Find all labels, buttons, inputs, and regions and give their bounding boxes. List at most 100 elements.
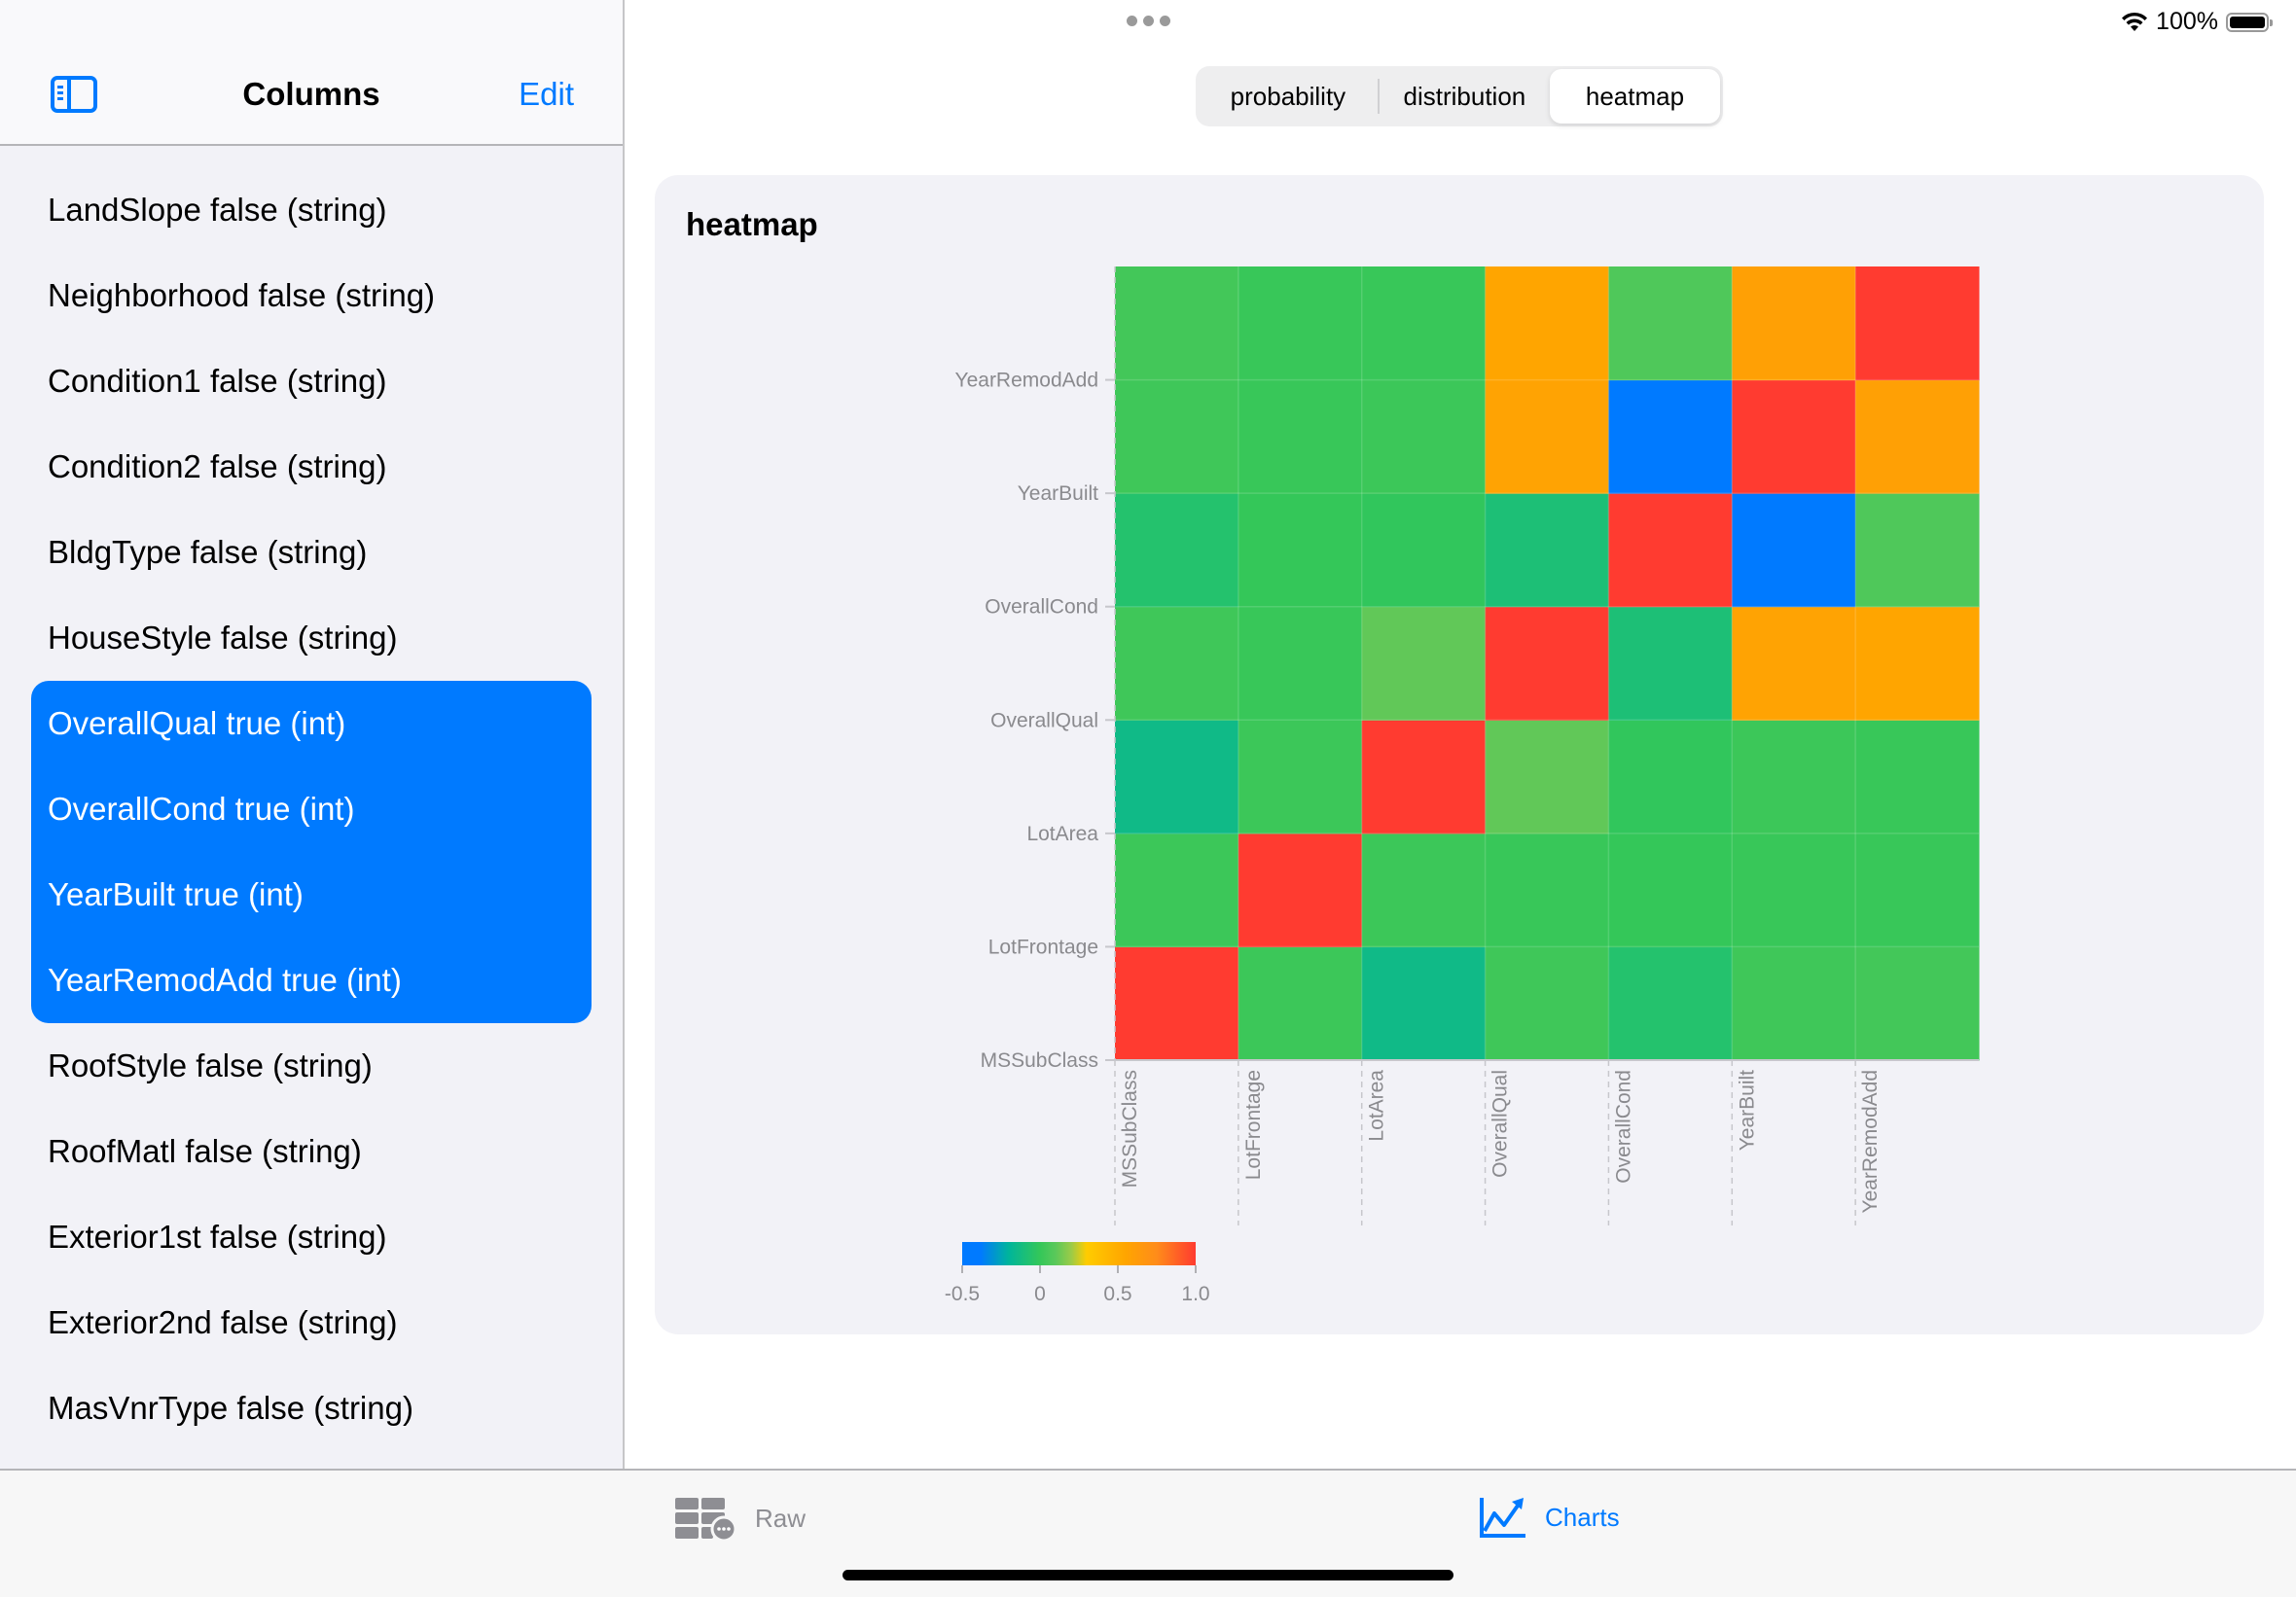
battery-icon (2226, 12, 2273, 32)
multitasking-dots-icon[interactable] (1127, 16, 1170, 26)
wifi-icon (2122, 12, 2148, 31)
color-scale-label: 0.5 (1103, 1283, 1131, 1305)
column-list-item[interactable]: YearBuilt true (int) (31, 852, 592, 938)
heatmap-cell (1115, 493, 1239, 608)
column-list-item[interactable]: HouseStyle false (string) (0, 595, 623, 681)
heatmap-cell (1238, 720, 1363, 834)
table-icon (675, 1498, 737, 1541)
column-list-item[interactable]: Condition1 false (string) (0, 338, 623, 424)
y-axis-label: MSSubClass (981, 1049, 1098, 1072)
heatmap-cell (1238, 379, 1363, 494)
tab-charts[interactable]: Charts (1479, 1496, 1620, 1539)
heatmap-cell (1855, 833, 1980, 947)
tab-raw[interactable]: Raw (673, 1496, 806, 1541)
segment-distribution[interactable]: distribution (1380, 69, 1550, 124)
y-axis-label: OverallCond (985, 596, 1098, 619)
heatmap-cell (1361, 946, 1487, 1061)
chart-type-segmented-control: probability distribution heatmap (1196, 66, 1723, 126)
color-scale-label: 1.0 (1181, 1283, 1209, 1305)
heatmap-cell (1361, 379, 1487, 494)
heatmap-cell (1485, 946, 1609, 1061)
heatmap-cell (1855, 266, 1980, 381)
x-axis-label: YearBuilt (1736, 1070, 1758, 1151)
y-axis-label: LotArea (1026, 823, 1098, 845)
heatmap-cell (1238, 606, 1363, 721)
column-list-item[interactable]: BldgType false (string) (0, 510, 623, 595)
heatmap-cell (1855, 379, 1980, 494)
x-axis-label: OverallQual (1489, 1070, 1512, 1178)
heatmap-cell (1608, 946, 1733, 1061)
heatmap-cell (1608, 266, 1733, 381)
heatmap-cell (1855, 606, 1980, 721)
status-indicators: 100% (2121, 8, 2273, 36)
heatmap-cell (1732, 946, 1856, 1061)
home-indicator (843, 1570, 1453, 1580)
heatmap-cell (1361, 266, 1487, 381)
heatmap-cell (1732, 493, 1856, 608)
tab-raw-label: Raw (755, 1503, 807, 1533)
columns-sidebar: LotConfig false (string)LandSlope false … (0, 0, 625, 1469)
heatmap-cell (1608, 606, 1733, 721)
heatmap-cell (1485, 606, 1609, 721)
heatmap-cell (1238, 493, 1363, 608)
heatmap-cell (1608, 833, 1733, 947)
x-axis-label: OverallCond (1612, 1070, 1634, 1184)
heatmap-cell (1115, 379, 1239, 494)
column-list-item[interactable]: Exterior1st false (string) (0, 1194, 623, 1280)
column-list-item[interactable]: YearRemodAdd true (int) (31, 938, 592, 1023)
heatmap-cell (1732, 720, 1856, 834)
edit-button[interactable]: Edit (519, 76, 574, 113)
heatmap-cell (1485, 493, 1609, 608)
y-axis-label: OverallQual (990, 709, 1098, 731)
heatmap-cell (1855, 720, 1980, 834)
heatmap-cell (1115, 606, 1239, 721)
column-list-item[interactable]: OverallQual true (int) (31, 681, 592, 766)
column-list-item[interactable]: Neighborhood false (string) (0, 253, 623, 338)
column-list-item[interactable]: Exterior2nd false (string) (0, 1280, 623, 1366)
heatmap-cell (1115, 833, 1239, 947)
segment-probability[interactable]: probability (1199, 69, 1378, 124)
y-axis-label: LotFrontage (988, 936, 1098, 958)
heatmap-cell (1238, 833, 1363, 947)
heatmap-cell (1485, 379, 1609, 494)
segment-heatmap[interactable]: heatmap (1549, 69, 1720, 124)
color-scale-label: 0 (1034, 1283, 1046, 1305)
x-axis-label: YearRemodAdd (1859, 1070, 1882, 1214)
column-list-item[interactable]: MasVnrType false (string) (0, 1366, 623, 1451)
heatmap-cell (1732, 606, 1856, 721)
selected-columns-group: OverallQual true (int) OverallCond true (… (31, 681, 592, 1023)
heatmap-cell (1608, 720, 1733, 834)
heatmap-cell (1732, 379, 1856, 494)
heatmap-cell (1485, 266, 1609, 381)
heatmap-cell (1485, 833, 1609, 947)
heatmap-cell (1361, 606, 1487, 721)
heatmap-cell (1115, 946, 1239, 1061)
column-list-item[interactable]: OverallCond true (int) (31, 766, 592, 852)
heatmap-cell (1238, 266, 1363, 381)
heatmap-cell (1361, 720, 1487, 834)
line-chart-icon (1480, 1498, 1525, 1538)
color-scale-label: -0.5 (945, 1283, 980, 1305)
heatmap-cell (1732, 833, 1856, 947)
sidebar-header: Columns Edit (0, 0, 623, 146)
y-axis-label: YearRemodAdd (955, 370, 1099, 392)
column-list[interactable]: LotConfig false (string)LandSlope false … (0, 82, 623, 1451)
heatmap-cell (1608, 493, 1733, 608)
column-list-item[interactable]: Condition2 false (string) (0, 424, 623, 510)
column-list-item[interactable]: LandSlope false (string) (0, 167, 623, 253)
battery-percent: 100% (2156, 8, 2218, 35)
heatmap-cell (1608, 379, 1733, 494)
column-list-item[interactable]: RoofMatl false (string) (0, 1109, 623, 1194)
heatmap-cell (1732, 266, 1856, 381)
heatmap-card: heatmap MSSubClass LotFrontage LotArea Over… (655, 175, 2264, 1334)
heatmap-cell (1485, 720, 1609, 834)
column-list-item[interactable]: RoofStyle false (string) (0, 1023, 623, 1109)
color-scale-bar (962, 1242, 1196, 1265)
heatmap-cell (1115, 720, 1239, 834)
heatmap-cell (1238, 946, 1363, 1061)
heatmap-cell (1115, 266, 1239, 381)
x-axis-label: MSSubClass (1119, 1070, 1141, 1188)
heatmap-cell (1361, 493, 1487, 608)
heatmap-cell (1855, 946, 1980, 1061)
x-axis-label: LotFrontage (1242, 1070, 1265, 1180)
